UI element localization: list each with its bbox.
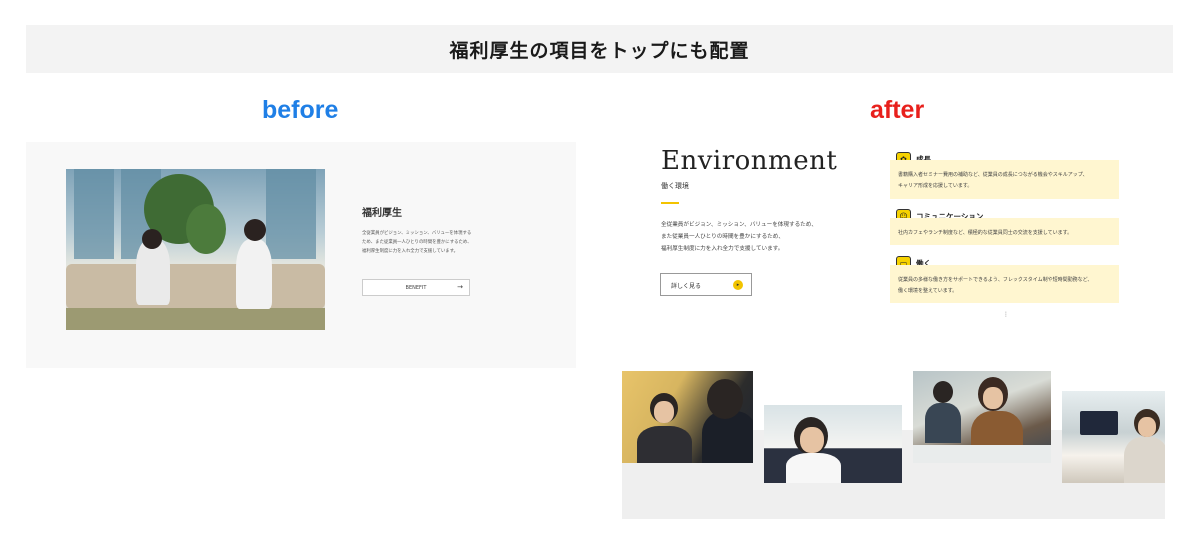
more-indicator: ⋮: [1003, 311, 1009, 318]
card-growth[interactable]: 書籍購入者セミナー費用の補助など、従業員の成長につながる機会やスキルアップ、 キ…: [890, 160, 1119, 199]
arrow-right-icon: →: [457, 283, 463, 291]
benefit-title: 福利厚生: [362, 208, 402, 219]
benefit-button[interactable]: BENEFIT →: [362, 279, 470, 296]
banner-title: 福利厚生の項目をトップにも配置: [449, 39, 750, 62]
benefit-section-text: 福利厚生 全従業員がビジョン、ミッション、バリューを体現するため、また従業員一人…: [362, 204, 474, 256]
photo-remote-worker: [1062, 391, 1165, 483]
see-more-label: 詳しく見る: [671, 283, 702, 290]
accent-divider: [661, 202, 679, 204]
photo-office-desk: [913, 371, 1051, 463]
before-screenshot: 福利厚生 全従業員がビジョン、ミッション、バリューを体現するため、また従業員一人…: [26, 142, 576, 368]
description-line: 全従業員がビジョン、ミッション、バリューを体現するため、: [661, 222, 817, 228]
title-banner: 福利厚生の項目をトップにも配置: [26, 25, 1173, 73]
card-work[interactable]: 従業員の多様な働き方をサポートできるよう、フレックスタイム制や短時間勤務など、 …: [890, 265, 1119, 303]
see-more-button[interactable]: 詳しく見る ▸: [660, 273, 752, 296]
before-label: before: [262, 96, 339, 124]
description-line: 福利厚生制度に力を入れ全力で支援しています。: [661, 246, 784, 252]
office-photo: [66, 169, 325, 330]
environment-description: 全従業員がビジョン、ミッション、バリューを体現するため、 また従業員一人ひとりの…: [661, 219, 851, 255]
card-text: 書籍購入者セミナー費用の補助など、従業員の成長につながる機会やスキルアップ、: [898, 172, 1088, 178]
card-text: キャリア形成を応援しています。: [898, 183, 973, 189]
after-label: after: [870, 96, 925, 124]
card-text: 働く環境を整えています。: [898, 288, 958, 294]
arrow-circle-icon: ▸: [733, 280, 743, 290]
card-communication[interactable]: 社内カフェやランチ制度など、積極的な従業員同士の交流を支援しています。: [890, 218, 1119, 245]
benefit-button-label: BENEFIT: [405, 284, 427, 291]
benefit-description: 全従業員がビジョン、ミッション、バリューを体現するため、また従業員一人ひとりの時…: [362, 231, 472, 254]
environment-heading: Environment: [661, 146, 838, 176]
photo-smiling-employee: [764, 405, 902, 483]
description-line: また従業員一人ひとりの時間を豊かにするため、: [661, 234, 784, 240]
environment-subheading: 働く環境: [661, 182, 689, 190]
card-text: 社内カフェやランチ制度など、積極的な従業員同士の交流を支援しています。: [898, 230, 1073, 236]
photo-meeting: [622, 371, 753, 463]
card-text: 従業員の多様な働き方をサポートできるよう、フレックスタイム制や短時間勤務など、: [898, 277, 1093, 283]
